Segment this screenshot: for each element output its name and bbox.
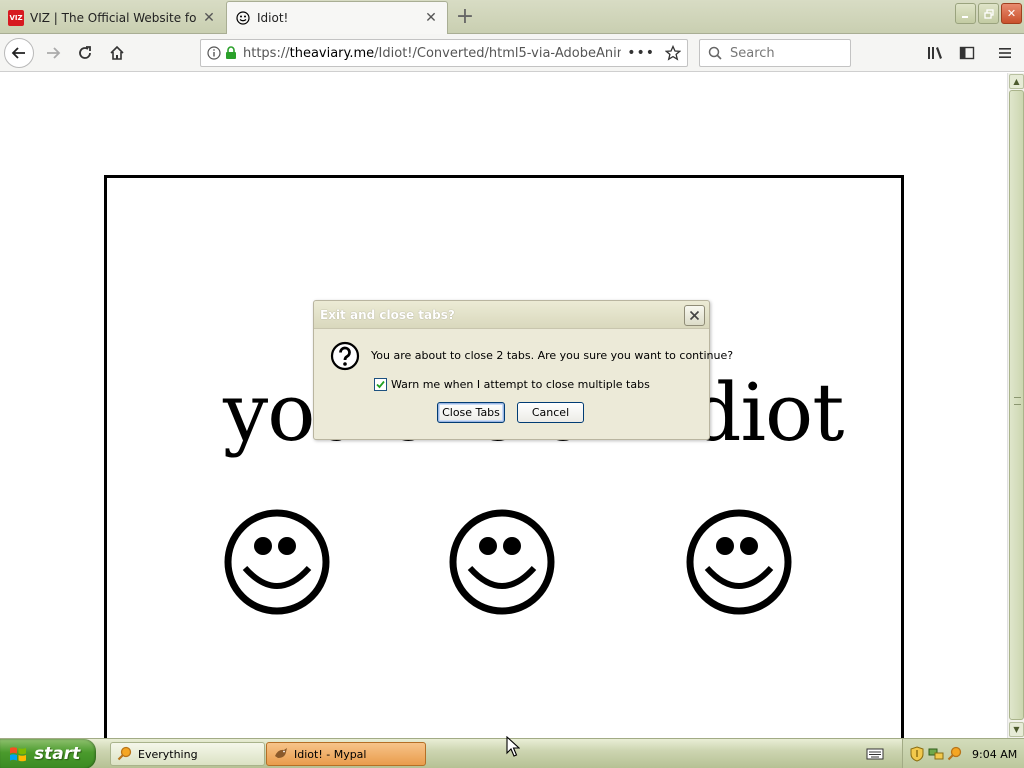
start-label: start: [34, 744, 81, 764]
close-tab-icon[interactable]: ✕: [201, 10, 217, 26]
scrollbar-grip-icon: [1014, 397, 1021, 405]
magnifier-search-icon: [117, 746, 132, 761]
search-input[interactable]: [730, 45, 830, 61]
animation-stage: you are an idiot: [104, 175, 904, 738]
viz-favicon-icon: VIZ: [8, 10, 24, 26]
reload-icon: [79, 46, 91, 59]
menu-button[interactable]: [990, 38, 1020, 68]
tab-viz[interactable]: VIZ VIZ | The Official Website for Narut…: [0, 2, 225, 34]
reload-button[interactable]: [70, 38, 100, 68]
search-icon: [708, 46, 722, 60]
url-text[interactable]: https://theaviary.me/Idiot!/Converted/ht…: [243, 46, 621, 61]
dialog-close-button[interactable]: [684, 305, 705, 326]
mouse-cursor-icon: [506, 736, 520, 757]
smiley-face-icon: [449, 509, 555, 615]
warn-checkbox[interactable]: [374, 378, 387, 391]
smiley-favicon-icon: [235, 10, 251, 26]
checkmark-icon: [376, 380, 385, 389]
minimize-button[interactable]: [955, 3, 976, 24]
windows-flag-icon: [10, 747, 26, 762]
start-button[interactable]: start: [0, 739, 96, 768]
taskbar-item-everything[interactable]: Everything: [110, 742, 265, 766]
tab-idiot[interactable]: Idiot! ✕: [226, 1, 448, 34]
tab-title: Idiot!: [257, 11, 289, 25]
home-button[interactable]: [102, 38, 132, 68]
restore-button[interactable]: [978, 3, 999, 24]
info-icon: [207, 46, 221, 60]
hamburger-menu-icon: [999, 48, 1011, 58]
keyboard-icon[interactable]: [866, 746, 884, 762]
everything-search-tray-icon[interactable]: [947, 746, 963, 762]
smiley-face-icon: [224, 509, 330, 615]
close-tabs-dialog: Exit and close tabs? You are about to cl…: [313, 300, 733, 440]
mypal-bird-icon: [275, 748, 287, 758]
back-button[interactable]: [4, 38, 34, 68]
scroll-down-arrow-icon[interactable]: ▼: [1009, 722, 1024, 737]
dialog-titlebar[interactable]: Exit and close tabs?: [314, 301, 709, 329]
close-window-button[interactable]: ✕: [1001, 3, 1022, 24]
home-icon: [110, 45, 124, 60]
bookmark-star-icon: [665, 45, 681, 61]
dialog-title: Exit and close tabs?: [320, 308, 455, 322]
close-icon: [689, 310, 700, 321]
close-tab-icon[interactable]: ✕: [423, 10, 439, 26]
sidebar-toggle-button[interactable]: [952, 38, 982, 68]
page-actions-icon[interactable]: •••: [627, 45, 655, 61]
close-tabs-button[interactable]: Close Tabs: [437, 402, 505, 423]
question-mark-icon: [330, 341, 360, 371]
back-arrow-icon: [11, 47, 25, 59]
url-host: theaviary.me: [289, 45, 375, 61]
sidebar-icon: [959, 46, 975, 60]
scrollbar-thumb[interactable]: [1009, 90, 1024, 720]
system-tray: 9:04 AM: [902, 739, 1024, 768]
window-controls: ✕: [955, 3, 1022, 24]
forward-arrow-icon: [47, 47, 61, 59]
scroll-up-arrow-icon[interactable]: ▲: [1009, 74, 1024, 89]
dialog-message: You are about to close 2 tabs. Are you s…: [371, 349, 734, 362]
secure-lock-icon: [226, 46, 236, 59]
taskbar-item-label: Idiot! - Mypal: [294, 747, 367, 761]
navigation-toolbar: https://theaviary.me/Idiot!/Converted/ht…: [0, 34, 1024, 72]
library-button[interactable]: [920, 38, 950, 68]
library-icon: [928, 47, 942, 59]
url-bar[interactable]: https://theaviary.me/Idiot!/Converted/ht…: [200, 39, 688, 67]
clock[interactable]: 9:04 AM: [972, 748, 1017, 761]
url-protocol: https://: [243, 45, 290, 61]
new-tab-button[interactable]: +: [452, 4, 478, 30]
taskbar-item-mypal[interactable]: Idiot! - Mypal: [266, 742, 426, 766]
vertical-scrollbar[interactable]: ▲ ▼: [1007, 73, 1024, 738]
tab-strip: VIZ VIZ | The Official Website for Narut…: [0, 0, 1024, 34]
tab-title: VIZ | The Official Website for Naruto: [30, 11, 197, 25]
warn-checkbox-row[interactable]: Warn me when I attempt to close multiple…: [374, 378, 650, 391]
url-path: /Idiot!/Converted/html5-via-AdobeAnima: [374, 45, 622, 61]
forward-button[interactable]: [38, 38, 68, 68]
network-icon[interactable]: [928, 746, 944, 762]
warn-checkbox-label: Warn me when I attempt to close multiple…: [391, 378, 650, 391]
taskbar-item-label: Everything: [138, 747, 198, 761]
security-shield-icon[interactable]: [909, 746, 925, 762]
cancel-button[interactable]: Cancel: [517, 402, 584, 423]
search-bar[interactable]: [699, 39, 851, 67]
smiley-face-icon: [686, 509, 792, 615]
